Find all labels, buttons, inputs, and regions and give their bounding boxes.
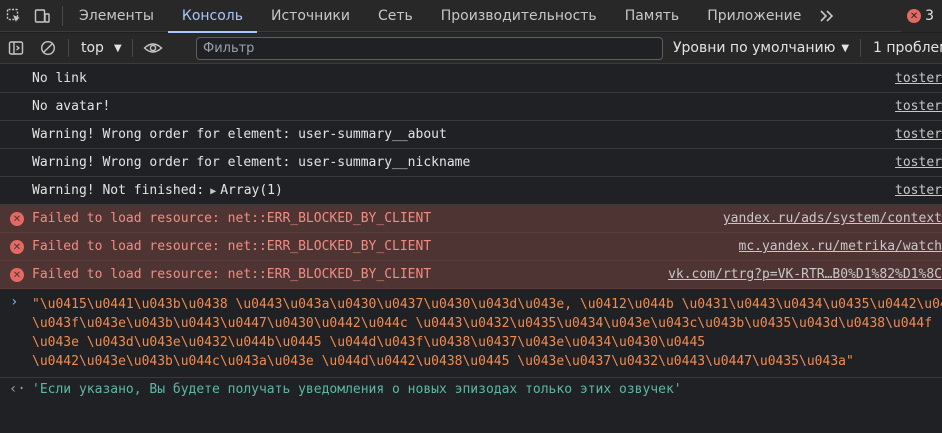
more-tabs-icon[interactable]: [815, 0, 839, 32]
error-source-link[interactable]: mc.yandex.ru/metrika/watch: [739, 239, 942, 254]
error-message-text: Failed to load resource: net::ERR_BLOCKE…: [32, 267, 432, 282]
result-string: 'Если указано, Вы будете получать уведом…: [32, 382, 682, 397]
sidebar-toggle-icon[interactable]: [0, 33, 32, 63]
log-source-link[interactable]: toster: [895, 183, 942, 198]
log-message-text: Warning! Wrong order for element: user-s…: [32, 127, 447, 142]
error-source-link[interactable]: yandex.ru/ads/system/context: [723, 211, 942, 226]
input-prompt-icon: ›: [10, 294, 19, 310]
device-toolbar-icon[interactable]: [28, 0, 56, 32]
context-label: top: [81, 40, 104, 56]
tab-console[interactable]: Консоль: [167, 0, 258, 33]
devtools-tab-bar: Элементы Консоль Источники Сеть Производ…: [0, 0, 942, 33]
error-icon: ✕: [907, 9, 922, 23]
console-input-entry[interactable]: › "\u0415\u0441\u043b\u0438 \u0443\u043a…: [0, 289, 942, 378]
log-message-text: No avatar!: [32, 99, 111, 114]
clear-console-icon[interactable]: [32, 33, 64, 63]
live-expression-eye-icon[interactable]: [137, 33, 169, 63]
expandable-array[interactable]: Array(1): [220, 183, 283, 198]
caret-down-icon: ▼: [113, 42, 122, 54]
expand-triangle-icon[interactable]: ▶: [210, 186, 216, 197]
log-source-link[interactable]: toster: [895, 99, 942, 114]
console-output: No link toster No avatar! toster Warning…: [0, 65, 942, 433]
console-toolbar: top ▼ Фильтр Уровни по умолчанию ▼ 1 про…: [0, 33, 942, 64]
input-string-line: \u043e \u043d\u043e\u0432\u044b\u0445 \u…: [32, 335, 706, 350]
error-icon: ✕: [10, 240, 24, 254]
log-levels-dropdown[interactable]: Уровни по умолчанию ▼: [673, 33, 849, 63]
filter-input[interactable]: Фильтр: [196, 37, 663, 60]
log-source-link[interactable]: toster: [895, 127, 942, 142]
issues-counter[interactable]: 1 проблем: [873, 33, 942, 63]
log-message-text: Warning! Not finished: ▶ Array(1): [32, 183, 283, 198]
tab-elements[interactable]: Элементы: [65, 0, 168, 32]
tab-network[interactable]: Сеть: [364, 0, 427, 32]
tab-performance[interactable]: Производительность: [427, 0, 611, 32]
tab-sources[interactable]: Источники: [257, 0, 364, 32]
log-message-row: No link toster: [0, 65, 942, 93]
log-message-label: Warning! Not finished:: [32, 183, 205, 198]
inspect-element-icon[interactable]: [0, 0, 28, 32]
console-result-entry: ‹· 'Если указано, Вы будете получать уве…: [0, 378, 942, 404]
input-string-line: "\u0415\u0441\u043b\u0438 \u0443\u043a\u…: [32, 297, 942, 312]
input-string-line: \u043f\u043e\u043b\u0443\u0447\u0430\u04…: [32, 316, 933, 331]
log-message-row: Warning! Wrong order for element: user-s…: [0, 121, 942, 149]
return-value-icon: ‹·: [9, 381, 26, 397]
error-message-row: ✕ Failed to load resource: net::ERR_BLOC…: [0, 205, 942, 233]
error-message-row: ✕ Failed to load resource: net::ERR_BLOC…: [0, 261, 942, 289]
log-source-link[interactable]: toster: [895, 155, 942, 170]
log-message-text: No link: [32, 71, 87, 86]
input-string-line: \u0442\u043e\u043b\u044c\u043a\u043e \u0…: [32, 354, 854, 369]
log-source-link[interactable]: toster: [895, 71, 942, 86]
tab-divider: [62, 5, 63, 26]
error-message-text: Failed to load resource: net::ERR_BLOCKE…: [32, 211, 432, 226]
error-counter[interactable]: ✕ 3: [901, 0, 942, 32]
filter-placeholder: Фильтр: [203, 41, 255, 56]
log-message-text: Warning! Wrong order for element: user-s…: [32, 155, 471, 170]
tab-application[interactable]: Приложение: [693, 0, 815, 32]
error-message-text: Failed to load resource: net::ERR_BLOCKE…: [32, 239, 432, 254]
log-levels-label: Уровни по умолчанию: [673, 40, 836, 56]
log-message-row: Warning! Not finished: ▶ Array(1) toster: [0, 177, 942, 205]
error-icon: ✕: [10, 268, 24, 282]
toolbar-divider: [860, 39, 861, 57]
tab-memory[interactable]: Память: [611, 0, 694, 32]
context-selector[interactable]: top ▼: [73, 36, 128, 60]
error-message-row: ✕ Failed to load resource: net::ERR_BLOC…: [0, 233, 942, 261]
log-message-row: No avatar! toster: [0, 93, 942, 121]
error-source-link[interactable]: vk.com/rtrg?p=VK-RTR…B0%D1%82%D1%8C: [668, 267, 942, 282]
caret-down-icon: ▼: [841, 42, 850, 54]
toolbar-divider: [68, 39, 69, 57]
toolbar-divider: [131, 39, 133, 57]
log-message-row: Warning! Wrong order for element: user-s…: [0, 149, 942, 177]
error-count-label: 3: [925, 8, 934, 24]
error-icon: ✕: [10, 212, 24, 226]
